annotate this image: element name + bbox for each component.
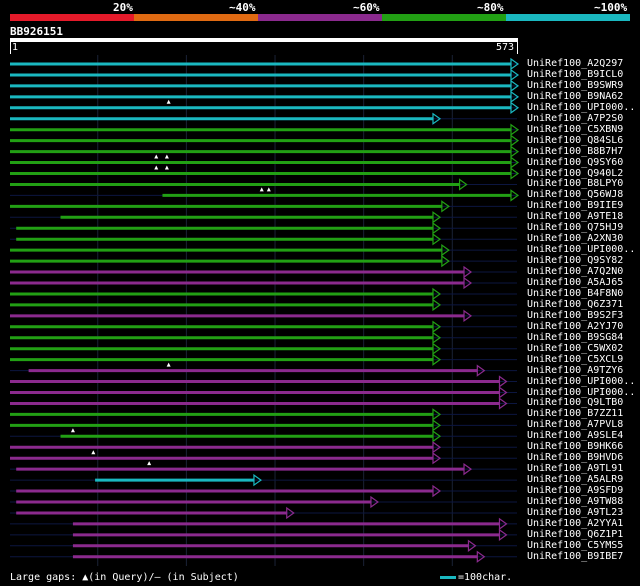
scale-text: =100char.: [458, 572, 513, 583]
hit-label[interactable]: UniRef100_A9TZY6: [527, 365, 623, 376]
hit-label[interactable]: UniRef100_UPI000..: [527, 387, 635, 398]
scale-legend: =100char.: [440, 572, 512, 583]
hit-label[interactable]: UniRef100_B9NA62: [527, 91, 623, 102]
hit-label[interactable]: UniRef100_B9S2F3: [527, 310, 623, 321]
hit-label[interactable]: UniRef100_Q9LTB0: [527, 397, 623, 408]
gap-marker: [154, 154, 159, 159]
gap-marker: [70, 428, 75, 433]
hit-label[interactable]: UniRef100_A2YYA1: [527, 518, 623, 529]
hit-label[interactable]: UniRef100_C5YMS5: [527, 540, 623, 551]
hit-label[interactable]: UniRef100_B9ICL0: [527, 69, 623, 80]
gap-marker: [164, 165, 169, 170]
hit-label[interactable]: UniRef100_A5ALR9: [527, 474, 623, 485]
hit-label[interactable]: UniRef100_B9SG84: [527, 332, 623, 343]
hit-label[interactable]: UniRef100_Q9SY82: [527, 255, 623, 266]
gap-marker: [164, 154, 169, 159]
hit-label[interactable]: UniRef100_A7Q2N0: [527, 266, 623, 277]
gap-marker: [266, 187, 271, 192]
hit-label[interactable]: UniRef100_A9TE18: [527, 211, 623, 222]
scale-swatch: [440, 576, 456, 579]
hit-label[interactable]: UniRef100_A9SFD9: [527, 485, 623, 496]
hit-label[interactable]: UniRef100_UPI000..: [527, 244, 635, 255]
hit-label[interactable]: UniRef100_B9IIE9: [527, 200, 623, 211]
gap-marker: [166, 362, 171, 367]
hit-label[interactable]: UniRef100_Q6Z371: [527, 299, 623, 310]
hit-label[interactable]: UniRef100_Q6Z1P1: [527, 529, 623, 540]
hit-label[interactable]: UniRef100_A5AJ65: [527, 277, 623, 288]
gap-marker: [91, 450, 96, 455]
hit-label[interactable]: UniRef100_Q75HJ9: [527, 222, 623, 233]
hit-label[interactable]: UniRef100_B9HK66: [527, 441, 623, 452]
hit-label[interactable]: UniRef100_UPI000..: [527, 376, 635, 387]
hit-label[interactable]: UniRef100_A9SLE4: [527, 430, 623, 441]
blast-overview-canvas: 20% ~40% ~60% ~80% ~100% BB926151 1 573 …: [0, 0, 640, 586]
hit-label[interactable]: UniRef100_B8B7H7: [527, 146, 623, 157]
hit-label[interactable]: UniRef100_UPI000..: [527, 102, 635, 113]
hit-label[interactable]: UniRef100_Q9SY60: [527, 157, 623, 168]
hit-label[interactable]: UniRef100_A7PVL8: [527, 419, 623, 430]
hit-label[interactable]: UniRef100_B4F8N0: [527, 288, 623, 299]
hit-label[interactable]: UniRef100_B7ZZ11: [527, 408, 623, 419]
hit-label[interactable]: UniRef100_A2Q297: [527, 58, 623, 69]
hit-label[interactable]: UniRef100_B8LPY0: [527, 178, 623, 189]
hit-label[interactable]: UniRef100_Q56WJ8: [527, 189, 623, 200]
hit-label[interactable]: UniRef100_B9HVD6: [527, 452, 623, 463]
hit-label[interactable]: UniRef100_B9IBE7: [527, 551, 623, 562]
hit-label[interactable]: UniRef100_Q940L2: [527, 168, 623, 179]
gap-marker: [154, 165, 159, 170]
gaps-legend: Large gaps: ▲(in Query)/— (in Subject): [10, 572, 239, 583]
hit-label[interactable]: UniRef100_A2XN30: [527, 233, 623, 244]
gap-marker: [259, 187, 264, 192]
hit-label[interactable]: UniRef100_B9SWR9: [527, 80, 623, 91]
hit-label[interactable]: UniRef100_A9TW88: [527, 496, 623, 507]
hit-label[interactable]: UniRef100_A2YJ70: [527, 321, 623, 332]
gap-marker: [166, 99, 171, 104]
hit-label[interactable]: UniRef100_A9TL91: [527, 463, 623, 474]
hit-label[interactable]: UniRef100_A7P2S0: [527, 113, 623, 124]
hit-label[interactable]: UniRef100_Q84SL6: [527, 135, 623, 146]
hit-label[interactable]: UniRef100_C5WX02: [527, 343, 623, 354]
hit-label[interactable]: UniRef100_C5XCL9: [527, 354, 623, 365]
hit-label[interactable]: UniRef100_A9TL23: [527, 507, 623, 518]
gap-marker: [147, 461, 152, 466]
hit-label[interactable]: UniRef100_C5XBN9: [527, 124, 623, 135]
